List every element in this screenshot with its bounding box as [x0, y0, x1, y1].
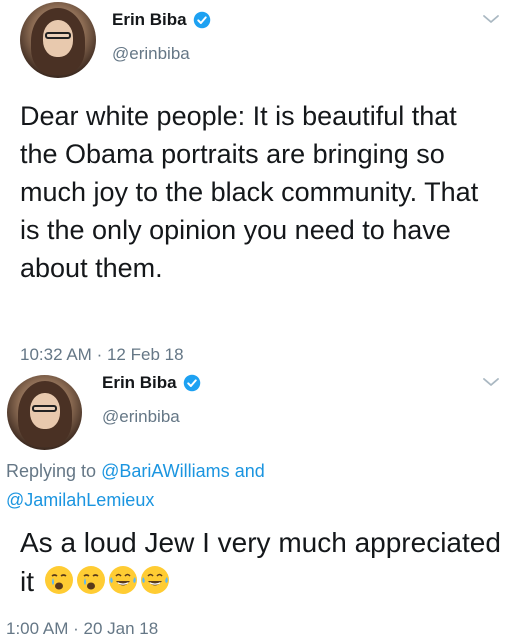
- crying-face-emoji-icon: [44, 566, 73, 594]
- tweet-timestamp[interactable]: 10:32 AM · 12 Feb 18: [20, 345, 184, 365]
- reply-user-link[interactable]: @BariAWilliams: [101, 461, 230, 481]
- grinning-tears-face-emoji-icon: [108, 566, 137, 594]
- tweet-date: 12 Feb 18: [106, 345, 184, 364]
- tweet-text: As a loud Jew I very much appreciated it: [20, 523, 510, 601]
- verified-badge-icon: [183, 374, 200, 392]
- tweet: Erin Biba @erinbiba Replying to @BariAWi…: [0, 365, 513, 640]
- tweet-time: 10:32 AM: [20, 345, 92, 364]
- meta-separator: ·: [96, 345, 103, 364]
- meta-separator: ·: [73, 619, 79, 638]
- author-name-text[interactable]: Erin Biba: [112, 10, 187, 30]
- tweet-timestamp[interactable]: 1:00 AM · 20 Jan 18: [6, 619, 158, 639]
- author-handle[interactable]: @erinbiba: [112, 44, 190, 64]
- author-name-text[interactable]: Erin Biba: [102, 373, 177, 393]
- crying-face-emoji-icon: [76, 566, 105, 594]
- reply-prefix: Replying to: [6, 461, 102, 481]
- tweet-date: 20 Jan 18: [83, 619, 159, 638]
- author-name[interactable]: Erin Biba: [112, 10, 211, 30]
- verified-badge-icon: [193, 11, 210, 29]
- chevron-down-icon[interactable]: [481, 375, 501, 389]
- emoji-row: [42, 566, 170, 597]
- author-name[interactable]: Erin Biba: [102, 373, 201, 393]
- chevron-down-icon[interactable]: [481, 12, 501, 26]
- tweet-text: Dear white people: It is beautiful that …: [20, 101, 479, 283]
- tweet-time: 1:00 AM: [6, 619, 69, 638]
- tweet: Erin Biba @erinbiba Dear white people: I…: [0, 0, 513, 370]
- avatar[interactable]: [20, 2, 96, 78]
- reply-and: and: [229, 461, 265, 481]
- grinning-tears-face-emoji-icon: [140, 566, 169, 594]
- replying-to: Replying to @BariAWilliams and @JamilahL…: [6, 457, 346, 515]
- reply-user-link[interactable]: @JamilahLemieux: [6, 490, 154, 510]
- avatar[interactable]: [7, 375, 82, 450]
- author-handle[interactable]: @erinbiba: [102, 407, 180, 427]
